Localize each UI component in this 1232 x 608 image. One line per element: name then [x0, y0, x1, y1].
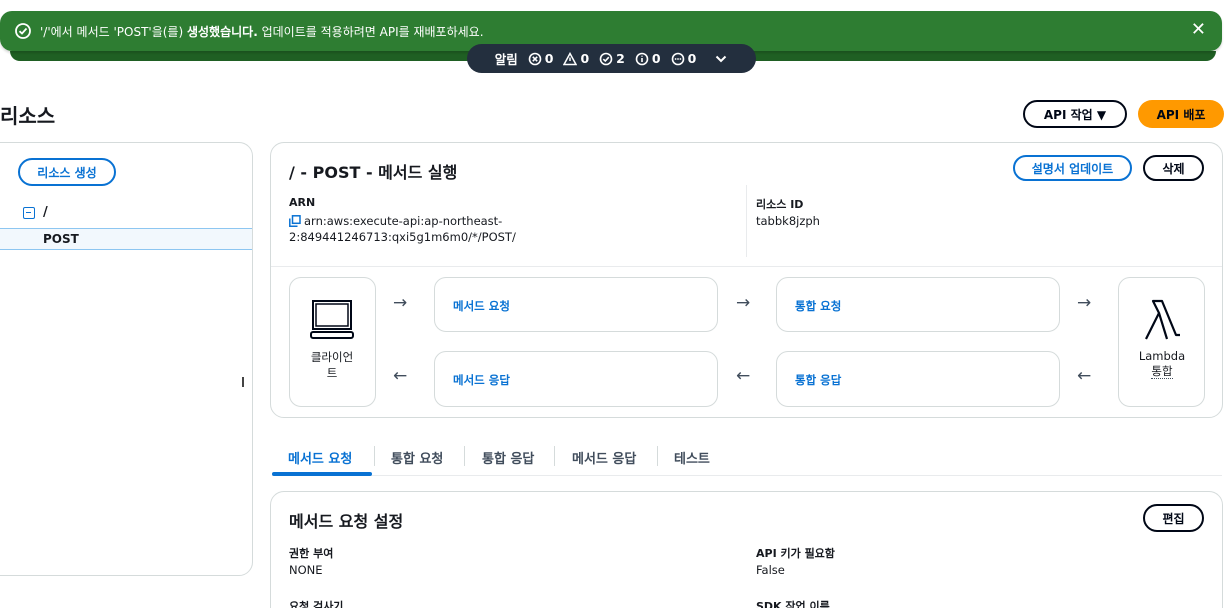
- arrow-right-icon: →: [1077, 293, 1092, 313]
- notification-summary-bar[interactable]: 알림 0 0 2 0 0: [467, 44, 756, 73]
- method-execution-title: / - POST - 메서드 실행: [289, 163, 458, 182]
- check-circle-icon: [15, 23, 31, 39]
- integration-response-link[interactable]: 통합 응답: [795, 372, 841, 388]
- arn-label: ARN: [289, 196, 316, 209]
- arrow-left-icon: ←: [393, 366, 408, 386]
- tree-root-label: /: [43, 205, 48, 220]
- request-validator-label: 요청 검사기: [289, 600, 344, 608]
- client-label-line1: 클라이언: [310, 350, 354, 364]
- delete-button[interactable]: 삭제: [1143, 155, 1204, 181]
- method-request-link[interactable]: 메서드 요청: [453, 298, 510, 314]
- lambda-icon: [1145, 299, 1180, 340]
- tab-separator: [374, 446, 375, 466]
- tab-test[interactable]: 테스트: [674, 448, 710, 467]
- tab-method-request[interactable]: 메서드 요청: [288, 448, 352, 467]
- tree-item-root[interactable]: /: [23, 205, 48, 220]
- resource-id-value: tabbk8jzph: [756, 214, 820, 228]
- client-label-line2: 트: [326, 366, 338, 380]
- tab-separator: [464, 446, 465, 466]
- tab-separator: [554, 446, 555, 466]
- error-count-value: 0: [544, 51, 554, 66]
- error-count: 0: [528, 51, 554, 66]
- client-label: 클라이언 트: [302, 349, 362, 381]
- tab-integration-response[interactable]: 통합 응답: [482, 448, 534, 467]
- client-box: [289, 277, 376, 407]
- integration-request-link[interactable]: 통합 요청: [795, 298, 841, 314]
- active-tab-indicator: [272, 472, 372, 476]
- arn-value: arn:aws:execute-api:ap-northeast- 2:8494…: [289, 213, 516, 245]
- tab-method-response[interactable]: 메서드 응답: [572, 448, 636, 467]
- deploy-api-button[interactable]: API 배포: [1138, 100, 1224, 128]
- flash-message-bold: 생성했습니다.: [186, 24, 258, 39]
- collapse-icon[interactable]: [23, 206, 35, 219]
- success-count-value: 2: [616, 51, 625, 66]
- arn-value-line2: 2:849441246713:qxi5g1m6m0/*/POST/: [289, 230, 516, 244]
- chevron-down-icon[interactable]: [714, 52, 728, 66]
- warning-icon: [563, 51, 578, 65]
- sdk-operation-name-label: SDK 작업 이름: [756, 600, 830, 608]
- method-response-link[interactable]: 메서드 응답: [453, 372, 510, 388]
- arrow-left-icon: ←: [736, 366, 751, 386]
- tree-item-post[interactable]: POST: [0, 228, 252, 250]
- api-actions-button[interactable]: API 작업 ▼: [1023, 100, 1127, 128]
- tabs-baseline: [272, 475, 1222, 476]
- arn-value-line1: arn:aws:execute-api:ap-northeast-: [304, 214, 503, 228]
- notification-label: 알림: [494, 52, 518, 67]
- resource-id-label: 리소스 ID: [756, 198, 804, 211]
- page-title: 리소스: [0, 104, 56, 128]
- close-icon[interactable]: ✕: [1191, 21, 1206, 39]
- authorization-value: NONE: [289, 563, 323, 577]
- arrow-right-icon: →: [736, 293, 751, 313]
- lambda-label-line1: Lambda: [1138, 349, 1186, 363]
- settings-title: 메서드 요청 설정: [289, 512, 404, 531]
- success-count: 2: [599, 51, 625, 66]
- lambda-integration-link[interactable]: 통합: [1151, 364, 1173, 379]
- flash-message: '/'에서 메서드 'POST'을(를) 생성했습니다. 업데이트를 적용하려면…: [40, 23, 484, 40]
- update-documentation-button[interactable]: 설명서 업데이트: [1013, 155, 1132, 181]
- panel-resize-handle[interactable]: [242, 377, 244, 387]
- flash-message-prefix: '/'에서 메서드 'POST'을(를): [40, 24, 187, 39]
- info-divider: [746, 185, 747, 257]
- lambda-label: Lambda 통합: [1132, 349, 1192, 379]
- in-progress-icon: [671, 52, 684, 65]
- copy-icon[interactable]: [289, 215, 301, 227]
- method-request-settings-card: [270, 491, 1223, 608]
- authorization-label: 권한 부여: [289, 547, 334, 560]
- tab-separator: [657, 446, 658, 466]
- arrow-left-icon: ←: [1077, 366, 1092, 386]
- in-progress-count: 0: [671, 51, 697, 66]
- api-key-required-value: False: [756, 563, 785, 577]
- arrow-right-icon: →: [393, 293, 408, 313]
- error-icon: [528, 52, 542, 65]
- warning-count: 0: [563, 51, 589, 66]
- card-divider: [271, 266, 1222, 267]
- info-count: 0: [635, 51, 661, 66]
- api-key-required-label: API 키가 필요함: [756, 547, 835, 560]
- info-icon: [635, 52, 649, 65]
- info-count-value: 0: [651, 51, 661, 66]
- flash-message-suffix: 업데이트를 적용하려면 API를 재배포하세요.: [257, 24, 484, 39]
- success-icon: [599, 52, 613, 65]
- create-resource-button[interactable]: 리소스 생성: [18, 158, 116, 186]
- warning-count-value: 0: [580, 51, 590, 66]
- tab-integration-request[interactable]: 통합 요청: [391, 448, 443, 467]
- edit-button[interactable]: 편집: [1143, 504, 1204, 532]
- laptop-icon: [310, 300, 354, 339]
- in-progress-count-value: 0: [687, 51, 697, 66]
